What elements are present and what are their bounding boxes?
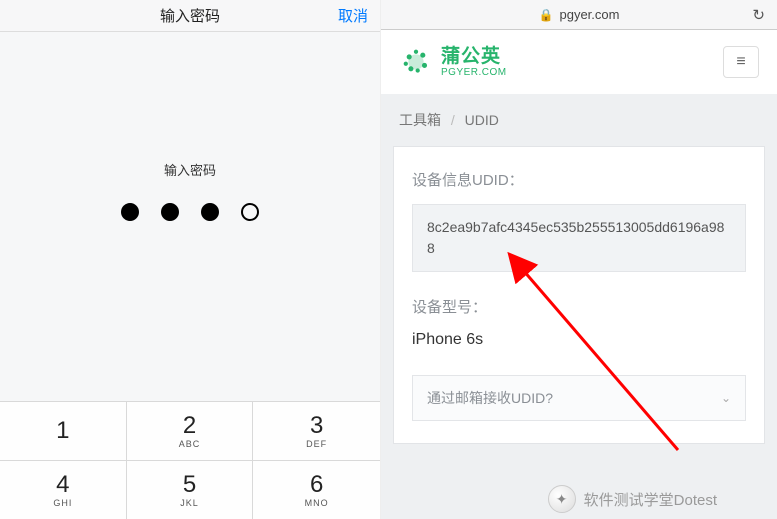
watermark-text: 软件测试学堂Dotest [584, 489, 717, 510]
passcode-header: 输入密码 取消 [0, 0, 380, 32]
passcode-dot [161, 203, 179, 221]
key-3[interactable]: 3DEF [253, 401, 380, 460]
model-value: iPhone 6s [412, 331, 746, 349]
breadcrumb: 工具箱 / UDID [381, 94, 777, 146]
watermark: ✦ 软件测试学堂Dotest [548, 485, 717, 513]
passcode-body: 输入密码 [0, 32, 380, 401]
site-header: 蒲公英 PGYER.COM ≡ [381, 30, 777, 94]
browser-screen: 🔒 pgyer.com ↻ 蒲公英 PGYER.COM ≡ [381, 0, 777, 519]
udid-card: 设备信息UDID： 8c2ea9b7afc4345ec535b255513005… [393, 146, 765, 444]
passcode-dot [201, 203, 219, 221]
udid-label: 设备信息UDID： [412, 169, 746, 190]
pgyer-logo-text: 蒲公英 PGYER.COM [441, 47, 507, 78]
breadcrumb-tools[interactable]: 工具箱 [399, 112, 441, 128]
email-label: 通过邮箱接收UDID? [427, 388, 553, 408]
key-1[interactable]: 1 [0, 401, 127, 460]
url-host: pgyer.com [559, 7, 619, 22]
key-2[interactable]: 2ABC [127, 401, 254, 460]
keypad: 1 2ABC 3DEF 4GHI 5JKL 6MNO [0, 401, 380, 519]
key-6[interactable]: 6MNO [253, 460, 380, 519]
lock-icon: 🔒 [539, 8, 554, 22]
breadcrumb-sep: / [451, 112, 455, 128]
key-4[interactable]: 4GHI [0, 460, 127, 519]
passcode-dot [241, 203, 259, 221]
menu-button[interactable]: ≡ [723, 46, 759, 78]
breadcrumb-udid: UDID [465, 112, 499, 128]
udid-value[interactable]: 8c2ea9b7afc4345ec535b255513005dd6196a988 [412, 204, 746, 272]
logo-en: PGYER.COM [441, 68, 507, 78]
cancel-button[interactable]: 取消 [338, 5, 368, 26]
reload-icon[interactable]: ↻ [752, 6, 765, 24]
logo-cn: 蒲公英 [441, 47, 507, 66]
chevron-down-icon: ⌄ [721, 391, 731, 405]
passcode-prompt: 输入密码 [164, 160, 216, 179]
passcode-screen: 输入密码 取消 输入密码 1 2ABC 3DEF 4GHI 5JKL 6MNO [0, 0, 381, 519]
passcode-title: 输入密码 [0, 5, 380, 26]
model-label: 设备型号： [412, 296, 746, 317]
pgyer-logo-icon [399, 45, 433, 79]
hamburger-icon: ≡ [736, 53, 745, 71]
wechat-icon: ✦ [548, 485, 576, 513]
passcode-dots [121, 203, 259, 221]
email-udid-toggle[interactable]: 通过邮箱接收UDID? ⌄ [412, 375, 746, 421]
page-content: 工具箱 / UDID 设备信息UDID： 8c2ea9b7afc4345ec53… [381, 94, 777, 519]
passcode-dot [121, 203, 139, 221]
key-5[interactable]: 5JKL [127, 460, 254, 519]
url-bar[interactable]: 🔒 pgyer.com ↻ [381, 0, 777, 30]
